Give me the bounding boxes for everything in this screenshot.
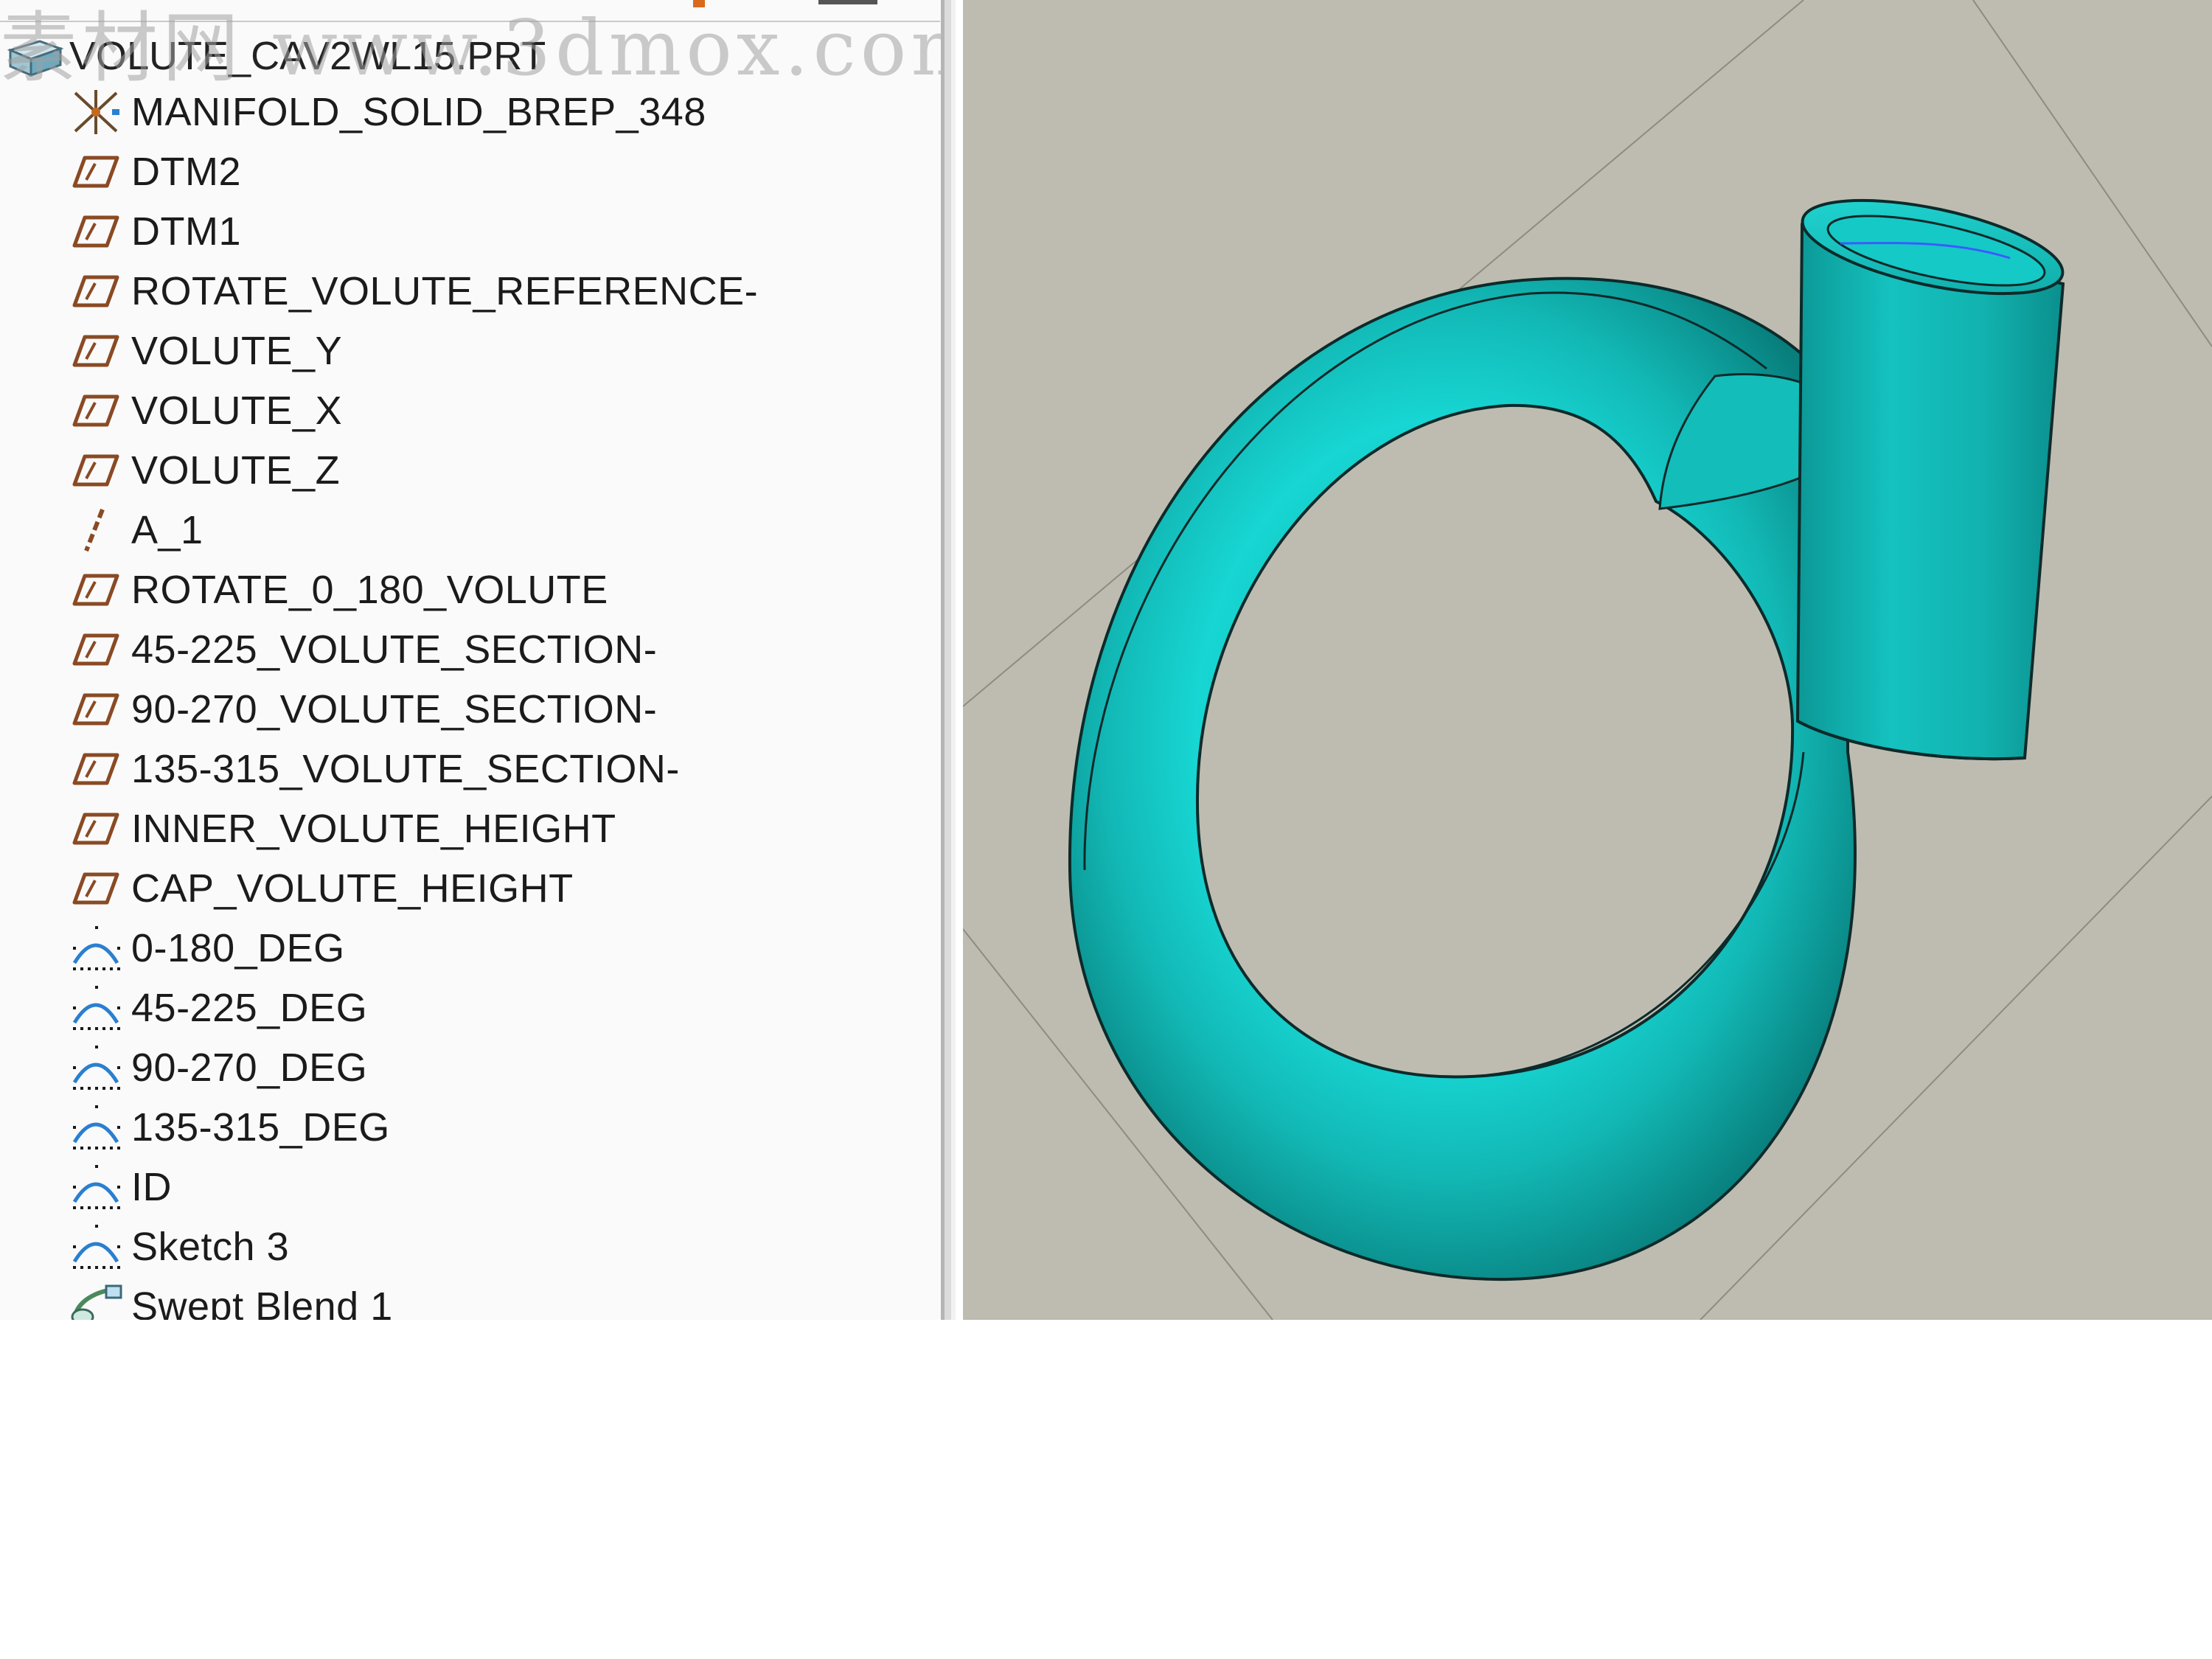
datum-plane-icon	[66, 805, 125, 852]
tree-item-label: MANIFOLD_SOLID_BREP_348	[131, 90, 706, 134]
sketch-icon	[66, 925, 125, 972]
sketch-icon	[66, 1223, 125, 1270]
datum-plane-icon	[66, 327, 125, 375]
datum-plane-icon	[66, 865, 125, 912]
tree-item[interactable]: CAP_VOLUTE_HEIGHT	[66, 859, 574, 918]
tree-item[interactable]: VOLUTE_X	[66, 381, 342, 440]
datum-plane-icon	[66, 626, 125, 673]
tree-item-label: 90-270_DEG	[131, 1046, 368, 1090]
tree-item-label: INNER_VOLUTE_HEIGHT	[131, 807, 616, 851]
sketch-icon	[66, 1164, 125, 1211]
tree-item[interactable]: INNER_VOLUTE_HEIGHT	[66, 799, 616, 858]
sketch-icon	[66, 984, 125, 1032]
datum-plane-icon	[66, 387, 125, 434]
sketch-icon	[66, 1104, 125, 1151]
tree-item[interactable]: 45-225_DEG	[66, 978, 367, 1037]
tree-item[interactable]: 45-225_VOLUTE_SECTION-	[66, 620, 657, 679]
tree-item[interactable]: VOLUTE_Z	[66, 441, 340, 500]
tree-item[interactable]: DTM1	[66, 202, 241, 261]
tree-item-label: ROTATE_VOLUTE_REFERENCE-	[131, 269, 759, 313]
model-tree-panel: VOLUTE_CAV2WL15.PRT MANIFOLD_SOLID_BREP_…	[0, 0, 944, 1320]
tree-item-label: CAP_VOLUTE_HEIGHT	[131, 866, 574, 911]
tree-item-label: 90-270_VOLUTE_SECTION-	[131, 687, 658, 731]
tree-item-label: 0-180_DEG	[131, 926, 345, 970]
datum-plane-icon	[66, 566, 125, 613]
tree-item-label: ID	[131, 1165, 172, 1209]
datum-plane-icon	[66, 745, 125, 793]
tree-item-label: VOLUTE_Y	[131, 329, 343, 373]
tree-item-label: Sketch 3	[131, 1225, 290, 1269]
datum-axis-icon	[66, 507, 125, 554]
tree-item-label: DTM1	[131, 209, 241, 254]
outlet-pipe	[1795, 198, 2065, 761]
tree-item-label: 45-225_DEG	[131, 986, 368, 1030]
tree-item[interactable]: VOLUTE_Y	[66, 321, 342, 380]
tree-item[interactable]: DTM2	[66, 142, 241, 201]
tree-item[interactable]: 135-315_DEG	[66, 1098, 390, 1157]
tree-item-label: VOLUTE_X	[131, 389, 343, 433]
tree-item[interactable]: ROTATE_VOLUTE_REFERENCE-	[66, 262, 758, 321]
tree-item-label: 135-315_DEG	[131, 1105, 390, 1150]
tree-item[interactable]: Sketch 3	[66, 1217, 289, 1276]
datum-plane-icon	[66, 447, 125, 494]
cad-application: VOLUTE_CAV2WL15.PRT MANIFOLD_SOLID_BREP_…	[0, 0, 2212, 1320]
datum-plane-icon	[66, 686, 125, 733]
tree-item-label: VOLUTE_Z	[131, 448, 341, 493]
tree-item-label: 45-225_VOLUTE_SECTION-	[131, 627, 658, 672]
tree-item[interactable]: 90-270_DEG	[66, 1038, 367, 1097]
datum-plane-icon	[66, 148, 125, 195]
tree-item[interactable]: ID	[66, 1158, 172, 1217]
watermark-text: 素材网 www.3dmox.com	[0, 3, 944, 93]
tree-item-label: 135-315_VOLUTE_SECTION-	[131, 747, 680, 791]
swept-blend-icon	[66, 1283, 125, 1320]
tree-item[interactable]: 90-270_VOLUTE_SECTION-	[66, 680, 657, 739]
tree-item-label: ROTATE_0_180_VOLUTE	[131, 568, 608, 612]
tree-item-label: DTM2	[131, 150, 241, 194]
tree-item[interactable]: 0-180_DEG	[66, 919, 345, 978]
datum-plane-icon	[66, 208, 125, 255]
volute-model-render	[963, 0, 2212, 1320]
tree-item[interactable]: ROTATE_0_180_VOLUTE	[66, 560, 608, 619]
tree-item[interactable]: Swept Blend 1	[66, 1277, 393, 1320]
tree-item-label: Swept Blend 1	[131, 1284, 393, 1320]
sketch-icon	[66, 1044, 125, 1091]
tree-item[interactable]: A_1	[66, 501, 204, 560]
tree-item-label: A_1	[131, 508, 204, 552]
3d-graphics-viewport[interactable]	[963, 0, 2212, 1320]
datum-plane-icon	[66, 268, 125, 315]
panel-splitter[interactable]	[941, 0, 956, 1320]
tree-item[interactable]: 135-315_VOLUTE_SECTION-	[66, 740, 680, 799]
